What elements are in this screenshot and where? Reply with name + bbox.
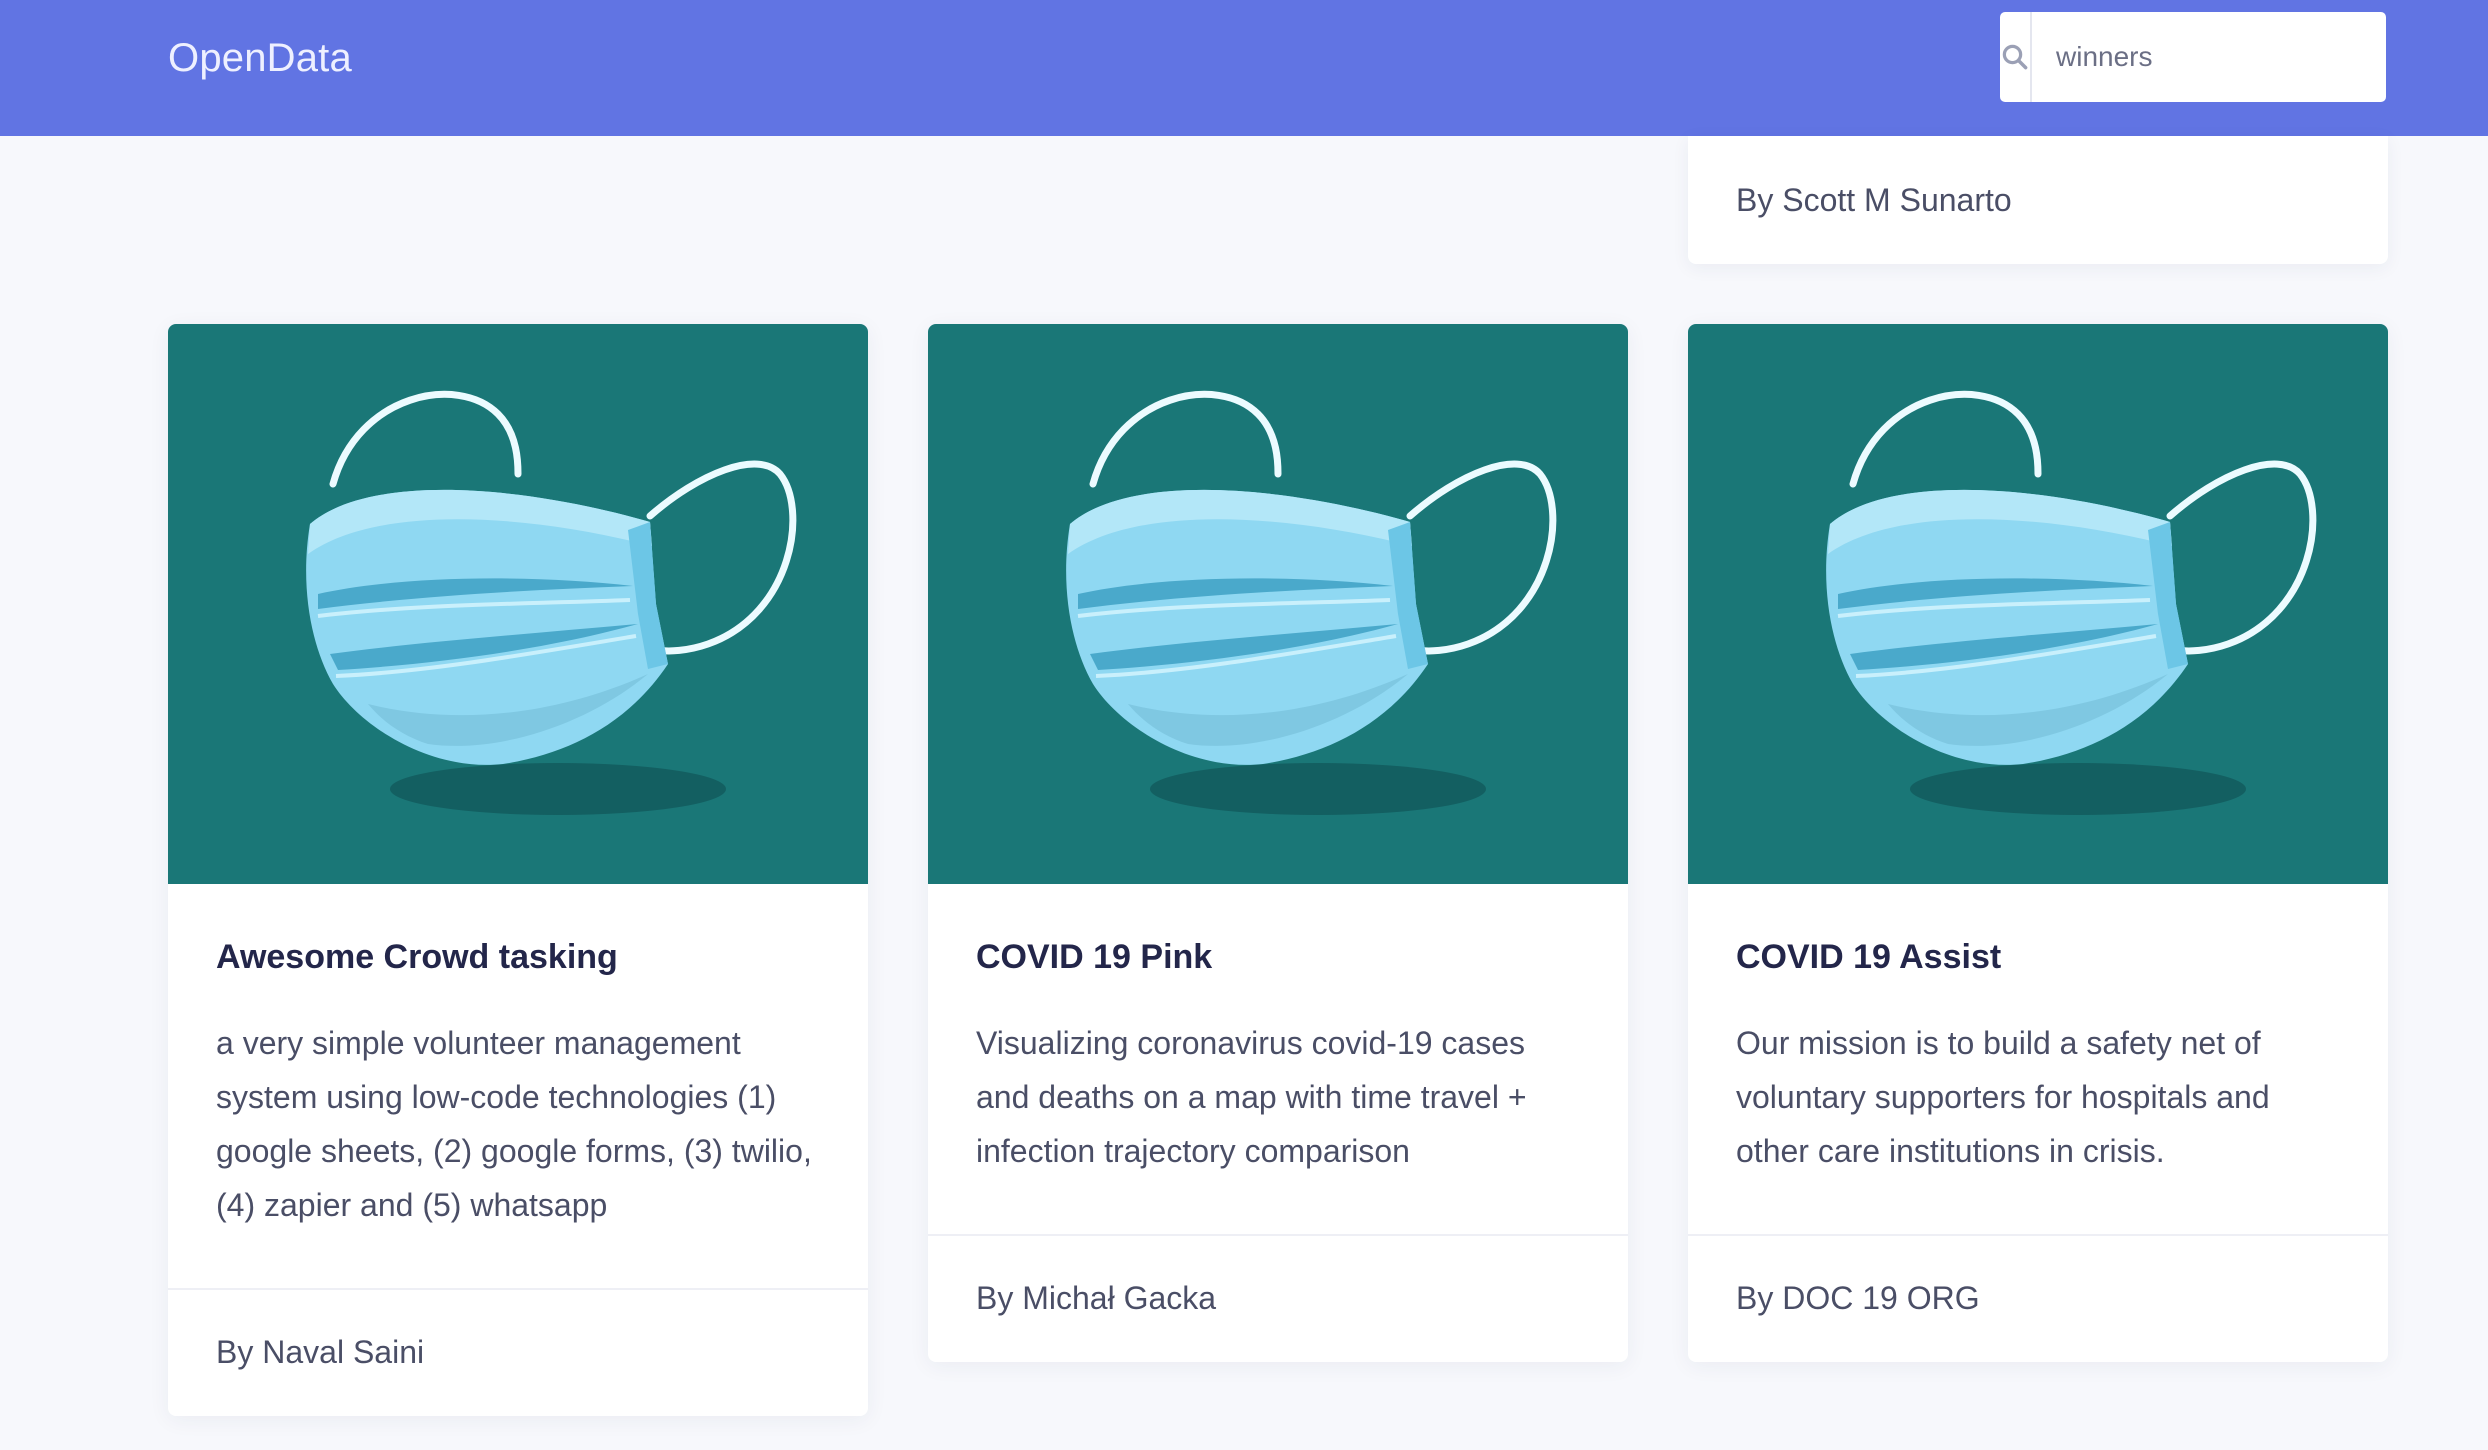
card-author: By Michał Gacka	[976, 1280, 1217, 1316]
card-description: Visualizing coronavirus covid-19 cases a…	[976, 1025, 1527, 1169]
project-card[interactable]: Awesome Crowd tasking a very simple volu…	[168, 324, 868, 1416]
face-mask-illustration	[928, 324, 1628, 884]
search-input[interactable]	[2032, 12, 2419, 102]
search-icon[interactable]	[2000, 12, 2032, 102]
search-box	[2000, 12, 2419, 102]
card-title[interactable]: COVID 19 Pink	[976, 936, 1580, 978]
card-title[interactable]: Awesome Crowd tasking	[216, 936, 820, 978]
card-footer: By Naval Saini	[168, 1288, 868, 1416]
project-card-partial[interactable]: By Scott M Sunarto	[1688, 136, 2388, 264]
card-author: By Naval Saini	[216, 1334, 425, 1370]
card-description: a very simple volunteer management syste…	[216, 1025, 812, 1223]
project-card[interactable]: COVID 19 Pink Visualizing coronavirus co…	[928, 324, 1628, 1362]
face-mask-illustration	[168, 324, 868, 884]
project-card[interactable]: COVID 19 Assist Our mission is to build …	[1688, 324, 2388, 1362]
card-title[interactable]: COVID 19 Assist	[1736, 936, 2340, 978]
card-author: By DOC 19 ORG	[1736, 1280, 1980, 1316]
card-footer: By Michał Gacka	[928, 1234, 1628, 1362]
face-mask-illustration	[1688, 324, 2388, 884]
brand-logo-link[interactable]: OpenData	[168, 0, 352, 116]
card-description: Our mission is to build a safety net of …	[1736, 1025, 2270, 1169]
top-navbar: OpenData	[0, 0, 2488, 136]
card-footer: By DOC 19 ORG	[1688, 1234, 2388, 1362]
card-author: By Scott M Sunarto	[1736, 182, 2012, 218]
